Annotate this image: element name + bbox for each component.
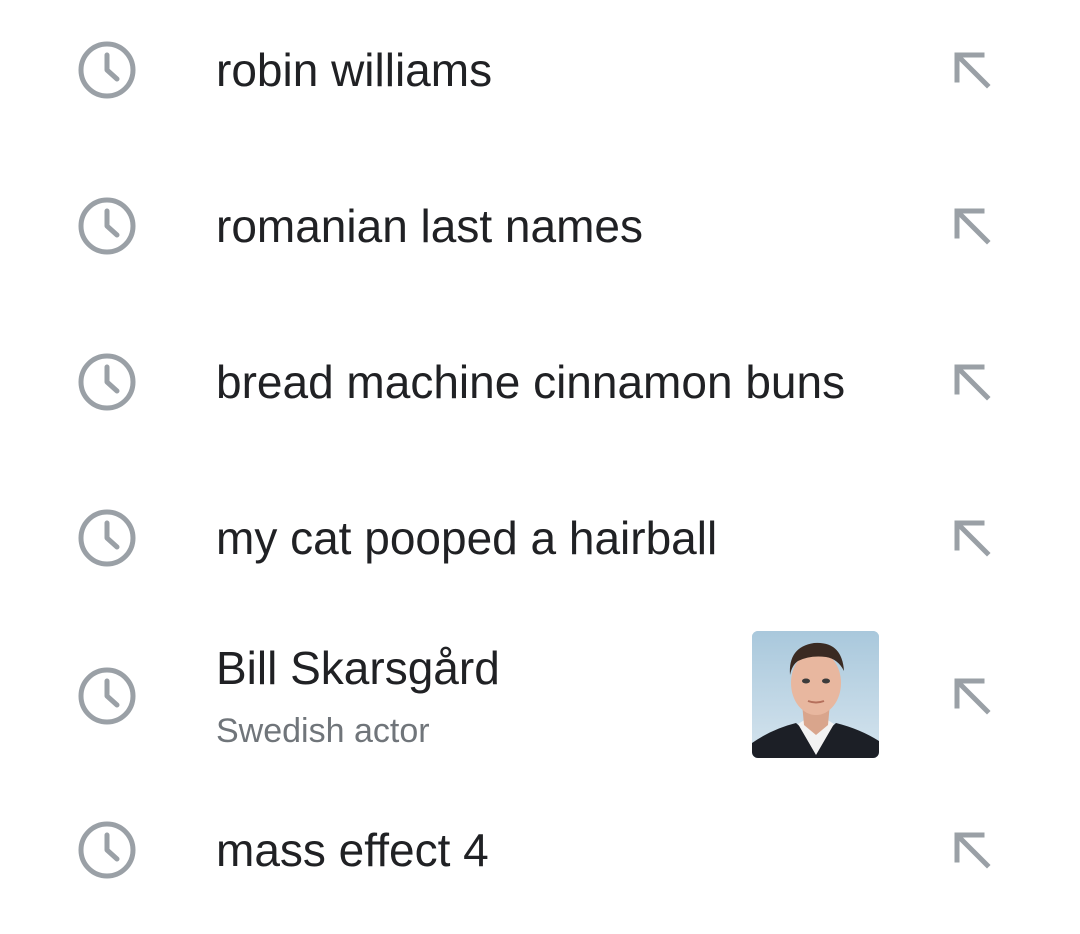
suggestion-row-bread-machine[interactable]: bread machine cinnamon buns: [0, 312, 1080, 462]
suggestion-text: mass effect 4: [216, 824, 489, 876]
clock-history-icon: [77, 666, 137, 726]
suggestion-text: romanian last names: [216, 200, 643, 252]
suggestion-text: Bill Skarsgård: [216, 642, 500, 694]
insert-arrow-icon[interactable]: [951, 49, 993, 91]
suggestion-row-robin-williams[interactable]: robin williams: [0, 0, 1080, 150]
person-thumbnail: [752, 631, 879, 758]
suggestion-row-mass-effect-4[interactable]: mass effect 4: [0, 780, 1080, 930]
insert-arrow-icon[interactable]: [951, 361, 993, 403]
search-suggestion-list: robin williams romanian last names bread…: [0, 0, 1080, 934]
insert-arrow-icon[interactable]: [951, 517, 993, 559]
suggestion-text: my cat pooped a hairball: [216, 512, 718, 564]
suggestion-text: bread machine cinnamon buns: [216, 356, 846, 408]
insert-arrow-icon[interactable]: [951, 829, 993, 871]
clock-history-icon: [77, 352, 137, 412]
suggestion-row-cat-hairball[interactable]: my cat pooped a hairball: [0, 468, 1080, 618]
suggestion-subtitle: Swedish actor: [216, 712, 430, 750]
suggestion-text: robin williams: [216, 44, 493, 96]
clock-history-icon: [77, 820, 137, 880]
insert-arrow-icon[interactable]: [951, 675, 993, 717]
suggestion-row-bill-skarsgard[interactable]: Bill Skarsgård Swedish actor: [0, 620, 1080, 780]
clock-history-icon: [77, 196, 137, 256]
insert-arrow-icon[interactable]: [951, 205, 993, 247]
suggestion-row-romanian-last-names[interactable]: romanian last names: [0, 156, 1080, 306]
clock-history-icon: [77, 40, 137, 100]
clock-history-icon: [77, 508, 137, 568]
